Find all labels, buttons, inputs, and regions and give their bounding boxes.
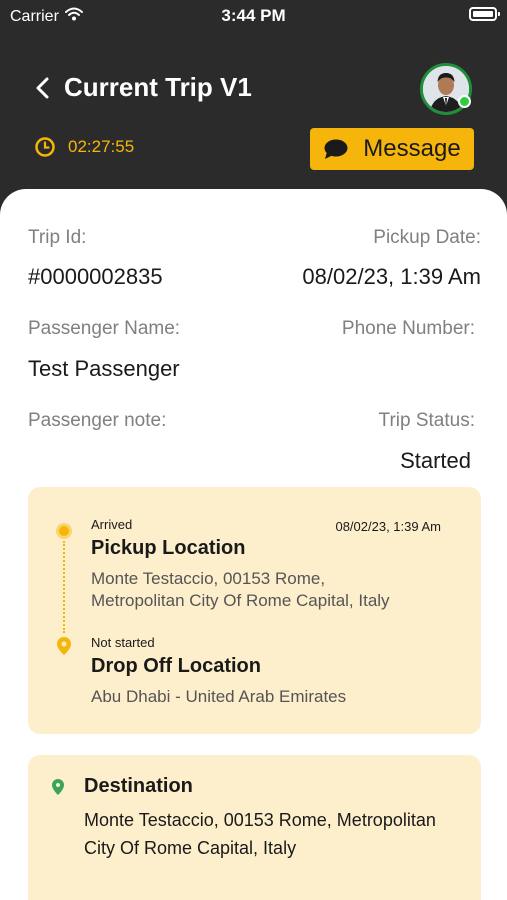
pickup-dot-icon xyxy=(56,523,72,539)
destination-card: Destination Monte Testaccio, 00153 Rome,… xyxy=(28,755,481,900)
status-bar: Carrier 3:44 PM xyxy=(0,0,507,34)
trip-id-value: #0000002835 xyxy=(28,264,163,289)
message-button[interactable]: Message xyxy=(310,128,474,170)
trip-timer: 02:27:55 xyxy=(34,136,134,158)
pickup-date-value: 08/02/23, 1:39 Am xyxy=(302,264,481,289)
pickup-date-label: Pickup Date: xyxy=(373,227,481,248)
status-time: 3:44 PM xyxy=(221,6,286,25)
phone-number-label: Phone Number: xyxy=(341,318,475,339)
pickup-location-title: Pickup Location xyxy=(91,537,246,559)
route-line xyxy=(63,541,65,633)
route-card: Arrived 08/02/23, 1:39 Am Pickup Locatio… xyxy=(28,487,481,734)
passenger-name-label: Passenger Name: xyxy=(28,318,181,339)
dropoff-address: Abu Dhabi - United Arab Emirates xyxy=(91,687,347,706)
trip-status-value: Started xyxy=(400,448,471,473)
dropoff-location-title: Drop Off Location xyxy=(91,655,261,677)
back-button[interactable] xyxy=(34,76,54,100)
map-pin-icon xyxy=(57,637,71,655)
destination-address-line2: City Of Rome Capital, Italy xyxy=(84,838,297,858)
trip-header: Current Trip V1 02:27:55 Message xyxy=(0,34,507,204)
passenger-note-label: Passenger note: xyxy=(28,410,167,431)
pickup-address-line2: Metropolitan City Of Rome Capital, Italy xyxy=(91,591,390,610)
trip-status-label: Trip Status: xyxy=(378,410,475,431)
online-status-indicator xyxy=(458,95,471,108)
timer-value: 02:27:55 xyxy=(68,137,135,156)
pickup-status: Arrived xyxy=(91,517,133,532)
dropoff-status: Not started xyxy=(91,635,155,650)
passenger-name-value: Test Passenger xyxy=(28,356,180,381)
pickup-time: 08/02/23, 1:39 Am xyxy=(335,519,441,534)
destination-title: Destination xyxy=(84,775,193,797)
trip-id-label: Trip Id: xyxy=(28,227,87,248)
destination-pin-icon xyxy=(52,779,64,795)
destination-address: Monte Testaccio, 00153 Rome, Metropolita… xyxy=(84,806,474,862)
chat-bubble-icon xyxy=(324,139,348,159)
destination-address-line1: Monte Testaccio, 00153 Rome, Metropolita… xyxy=(84,810,436,830)
trip-details-sheet: Trip Id: Pickup Date: #0000002835 08/02/… xyxy=(0,189,507,900)
battery-icon xyxy=(469,7,500,21)
message-button-label: Message xyxy=(363,135,461,162)
page-title: Current Trip V1 xyxy=(64,72,252,102)
pickup-address-line1: Monte Testaccio, 00153 Rome, xyxy=(91,569,326,588)
chevron-left-icon xyxy=(36,77,49,99)
clock-icon xyxy=(35,137,55,157)
